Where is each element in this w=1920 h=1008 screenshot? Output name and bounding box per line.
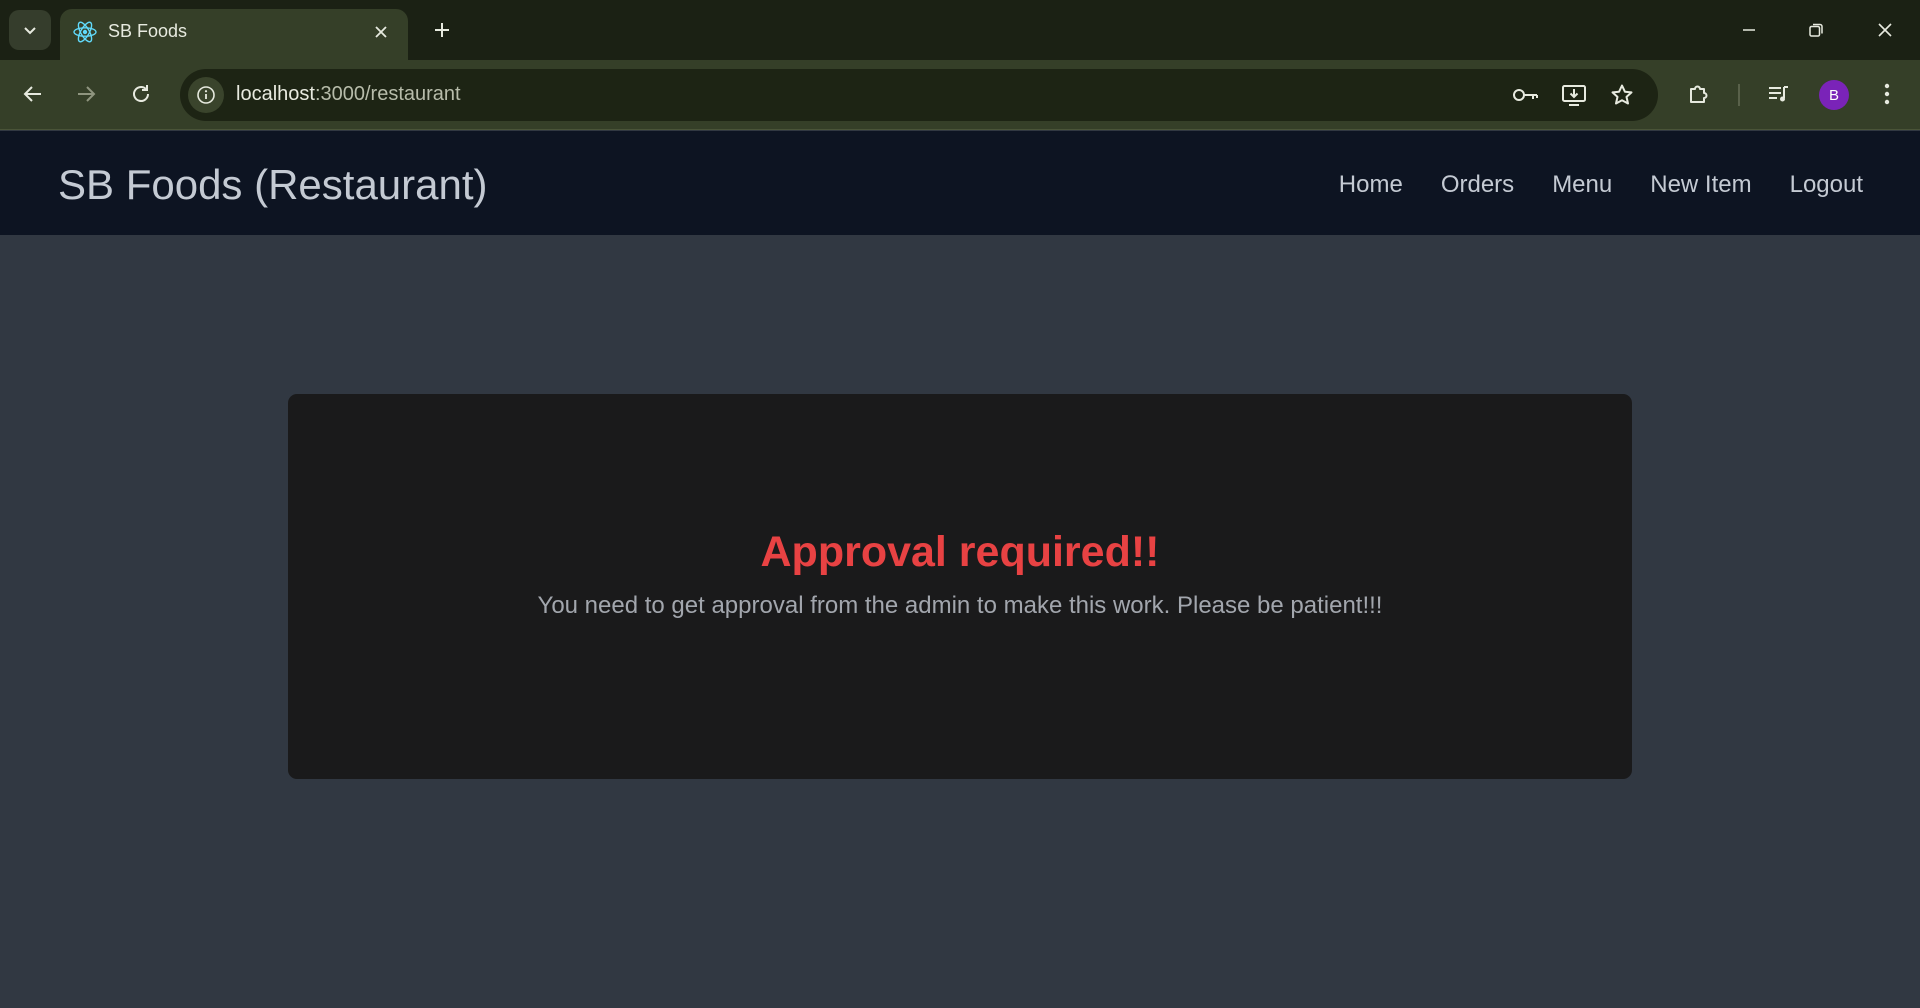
puzzle-icon — [1690, 85, 1708, 103]
bookmark-button[interactable] — [1606, 79, 1638, 111]
address-bar[interactable]: localhost:3000/restaurant — [180, 69, 1658, 121]
browser-toolbar: localhost:3000/restaurant B — [0, 60, 1920, 130]
profile-avatar[interactable]: B — [1819, 80, 1849, 110]
tab-search-button[interactable] — [9, 10, 51, 50]
url-host: localhost — [236, 83, 315, 105]
react-icon — [73, 21, 97, 43]
browser-menu-button[interactable] — [1867, 74, 1907, 114]
arrow-left-icon — [23, 86, 41, 102]
nav-links: Home Orders Menu New Item Logout — [1339, 171, 1863, 199]
forward-button[interactable] — [66, 74, 106, 114]
browser-tab[interactable]: SB Foods — [60, 9, 408, 60]
chevron-down-icon — [24, 27, 36, 35]
url-text: localhost:3000/restaurant — [236, 83, 461, 106]
nav-link-home[interactable]: Home — [1339, 171, 1403, 199]
install-app-button[interactable] — [1558, 79, 1590, 111]
info-icon — [197, 86, 215, 104]
restore-button[interactable] — [1793, 10, 1839, 50]
nav-link-logout[interactable]: Logout — [1790, 171, 1863, 199]
approval-message: You need to get approval from the admin … — [537, 592, 1383, 619]
nav-link-menu[interactable]: Menu — [1552, 171, 1612, 199]
back-button[interactable] — [13, 74, 53, 114]
plus-icon — [435, 23, 449, 37]
close-window-button[interactable] — [1862, 10, 1908, 50]
brand-title[interactable]: SB Foods (Restaurant) — [58, 161, 488, 209]
more-vertical-icon — [1884, 83, 1890, 105]
tab-close-button[interactable] — [368, 19, 394, 45]
password-key-button[interactable] — [1510, 79, 1542, 111]
toolbar-divider — [1738, 84, 1740, 106]
minimize-button[interactable] — [1726, 10, 1772, 50]
media-controls-button[interactable] — [1758, 74, 1798, 114]
install-icon — [1562, 85, 1586, 106]
app-navbar: SB Foods (Restaurant) Home Orders Menu N… — [0, 131, 1920, 235]
extensions-button[interactable] — [1679, 74, 1719, 114]
minimize-icon — [1743, 29, 1755, 31]
restore-icon — [1809, 23, 1823, 37]
reload-button[interactable] — [121, 74, 161, 114]
reload-icon — [133, 85, 149, 102]
close-icon — [1878, 23, 1892, 37]
tab-title: SB Foods — [108, 21, 188, 41]
key-icon — [1513, 89, 1538, 101]
close-icon — [375, 26, 387, 38]
browser-tabstrip: SB Foods — [0, 0, 1920, 60]
new-tab-button[interactable] — [424, 12, 460, 48]
url-path: :3000/restaurant — [314, 83, 461, 105]
media-queue-icon — [1769, 86, 1788, 102]
arrow-right-icon — [78, 86, 96, 102]
nav-link-new-item[interactable]: New Item — [1650, 171, 1751, 199]
approval-title: Approval required!! — [760, 528, 1160, 576]
approval-notice-card: Approval required!! You need to get appr… — [288, 394, 1632, 779]
site-info-button[interactable] — [188, 77, 224, 113]
nav-link-orders[interactable]: Orders — [1441, 171, 1514, 199]
star-icon — [1611, 84, 1633, 105]
